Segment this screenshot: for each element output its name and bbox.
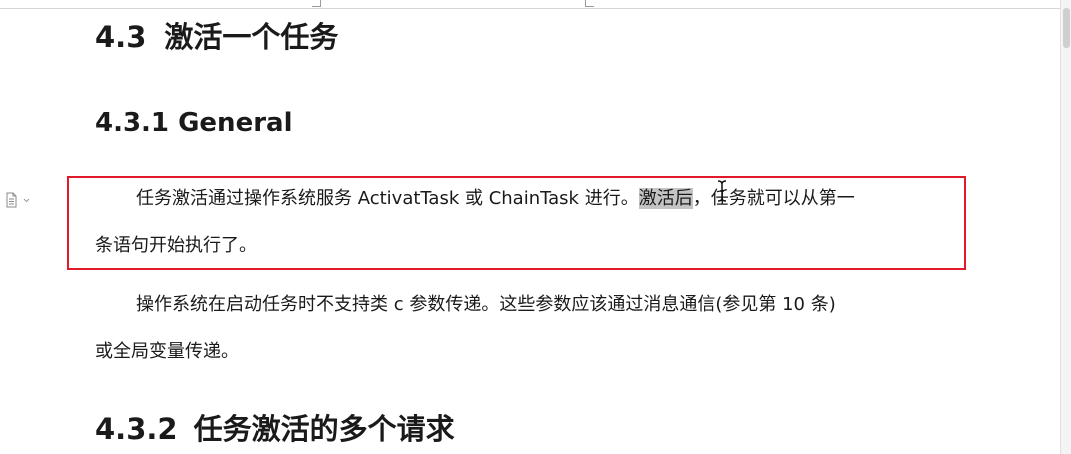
document-viewport[interactable]: 4.3 激活一个任务 4.3.1 General 任务激活通过操作系统服务 Act… bbox=[0, 0, 1071, 454]
paragraph-2-line-1: 操作系统在启动任务时不支持类 c 参数传递。这些参数应该通过消息通信(参见第 1… bbox=[136, 294, 836, 315]
subsection-heading-4-3-2: 4.3.2 任务激活的多个请求 bbox=[95, 409, 455, 449]
subsection-number: 4.3.2 bbox=[95, 412, 178, 446]
section-heading-4-3: 4.3 激活一个任务 bbox=[95, 17, 338, 57]
vertical-scrollbar[interactable] bbox=[1060, 0, 1071, 454]
document-icon-graphic bbox=[6, 192, 30, 208]
subsection-heading-general: 4.3.1 General bbox=[95, 108, 293, 138]
paragraph-parameter-passing[interactable]: 操作系统在启动任务时不支持类 c 参数传递。这些参数应该通过消息通信(参见第 1… bbox=[95, 281, 910, 375]
section-number: 4.3 bbox=[95, 20, 147, 54]
red-highlight-box bbox=[67, 176, 966, 270]
scrollbar-thumb[interactable] bbox=[1063, 8, 1070, 48]
subsection-title: 任务激活的多个请求 bbox=[193, 412, 455, 446]
section-title: 激活一个任务 bbox=[164, 20, 339, 54]
text-cursor-icon bbox=[716, 180, 728, 202]
paragraph-2-line-2: 或全局变量传递。 bbox=[95, 341, 239, 362]
page-top-edge bbox=[0, 0, 1060, 9]
page-corner-mark-right bbox=[585, 0, 594, 7]
page-corner-mark-left bbox=[312, 0, 321, 7]
document-icon[interactable] bbox=[5, 192, 31, 208]
